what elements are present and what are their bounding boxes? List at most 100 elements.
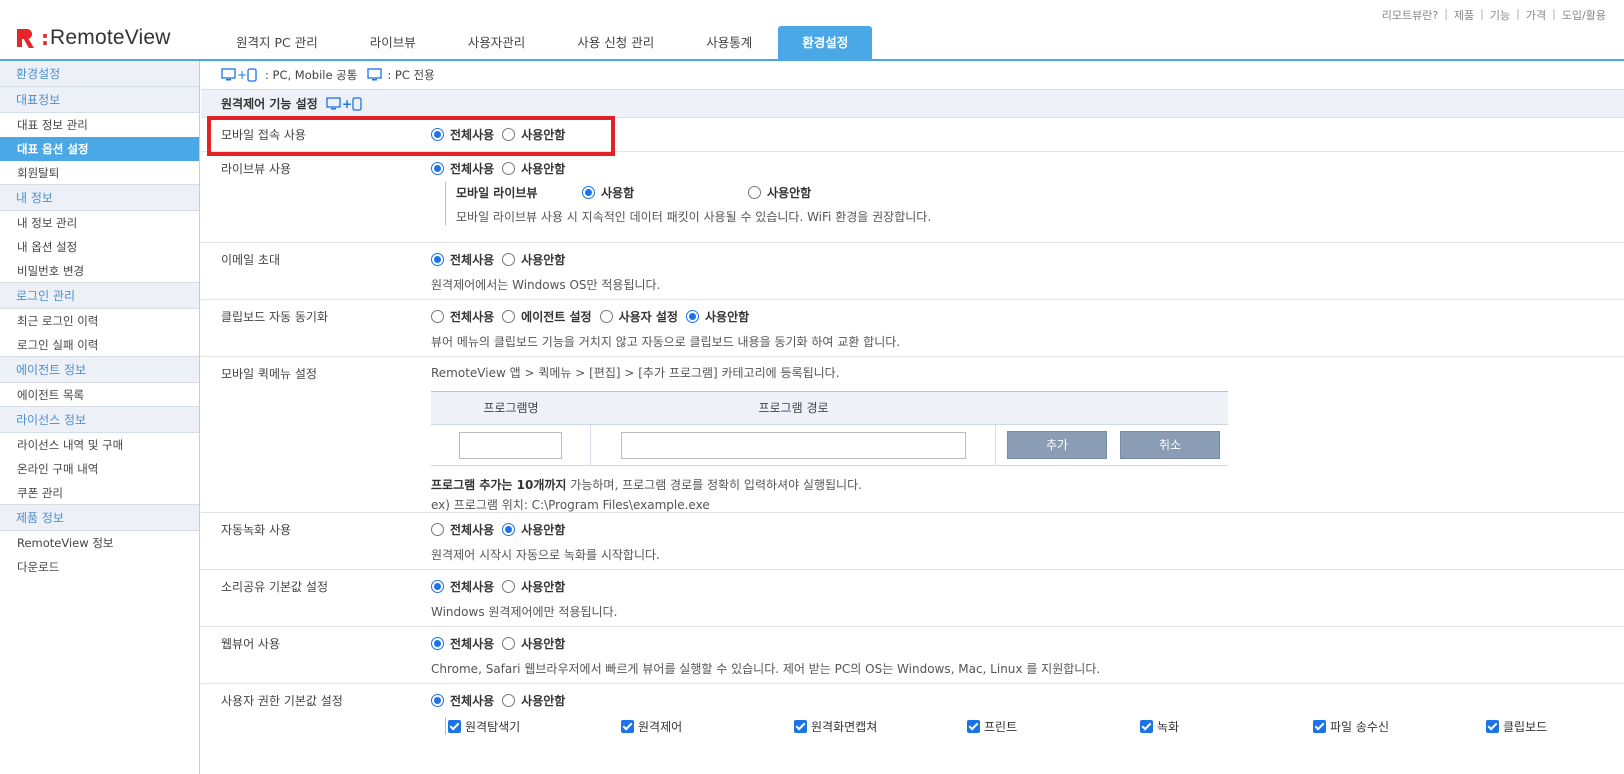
radio-dot[interactable] xyxy=(685,309,699,323)
radio-dot[interactable] xyxy=(431,161,444,175)
radio-not-use[interactable]: 사용안함 xyxy=(748,184,811,201)
sidebar-item-about[interactable]: RemoteView 정보 xyxy=(0,531,199,555)
tab-users[interactable]: 사용자관리 xyxy=(442,26,552,61)
program-path-input[interactable] xyxy=(620,431,966,459)
program-name-input[interactable] xyxy=(459,431,562,459)
sidebar-top-title[interactable]: 환경설정 xyxy=(0,61,199,87)
sidebar-item-my-info[interactable]: 내 정보 관리 xyxy=(0,211,199,235)
tab-liveview[interactable]: 라이브뷰 xyxy=(344,26,442,61)
radio-dot[interactable] xyxy=(582,185,595,199)
util-link-features[interactable]: 기능 xyxy=(1490,7,1510,23)
radio-dot[interactable] xyxy=(431,579,444,593)
radio-all[interactable]: 전체사용 xyxy=(431,308,494,325)
radio-dot[interactable] xyxy=(599,309,613,323)
radio-dot[interactable] xyxy=(431,636,444,650)
sidebar-item-download[interactable]: 다운로드 xyxy=(0,555,199,579)
radio-label: 사용안함 xyxy=(521,161,566,176)
checkbox-icon[interactable] xyxy=(1140,719,1153,733)
sidebar-item-coupons[interactable]: 쿠폰 관리 xyxy=(0,481,199,505)
util-link-product[interactable]: 제품 xyxy=(1454,7,1474,23)
sidebar-group-agent[interactable]: 에이전트 정보 xyxy=(0,357,199,383)
setting-label: 소리공유 기본값 설정 xyxy=(221,580,328,594)
check-print[interactable]: 프린트 xyxy=(967,718,1140,735)
sidebar-item-password[interactable]: 비밀번호 변경 xyxy=(0,259,199,283)
mobile-liveview-desc: 모바일 라이브뷰 사용 시 지속적인 데이터 패킷이 사용될 수 있습니다. W… xyxy=(456,210,932,224)
util-link-usecase[interactable]: 도입/활용 xyxy=(1562,7,1606,23)
tab-remote-pc[interactable]: 원격지 PC 관리 xyxy=(210,26,344,61)
cancel-button[interactable]: 취소 xyxy=(1120,431,1220,459)
radio-none[interactable]: 사용안함 xyxy=(502,692,565,709)
radio-all[interactable]: 전체사용 xyxy=(431,126,494,143)
util-link-price[interactable]: 가격 xyxy=(1526,7,1546,23)
sidebar-item-login-history[interactable]: 최근 로그인 이력 xyxy=(0,309,199,333)
tab-stats[interactable]: 사용통계 xyxy=(680,26,778,61)
utility-links: 리모트뷰란? | 제품 | 기능 | 가격 | 도입/활용 xyxy=(1382,7,1606,23)
sidebar-item-license[interactable]: 라이선스 내역 및 구매 xyxy=(0,433,199,457)
radio-dot[interactable] xyxy=(431,522,444,536)
radio-none[interactable]: 사용안함 xyxy=(502,126,565,143)
check-clipboard[interactable]: 클립보드 xyxy=(1486,718,1566,735)
logo[interactable]: : RemoteView xyxy=(17,26,171,50)
sidebar-item-login-fail[interactable]: 로그인 실패 이력 xyxy=(0,333,199,357)
radio-dot[interactable] xyxy=(748,185,761,199)
checkbox-icon[interactable] xyxy=(621,719,634,733)
radio-dot[interactable] xyxy=(502,252,516,266)
radio-all[interactable]: 전체사용 xyxy=(431,578,494,595)
radio-none[interactable]: 사용안함 xyxy=(685,308,749,325)
sidebar-item-rep-info[interactable]: 대표 정보 관리 xyxy=(0,113,199,137)
tab-requests[interactable]: 사용 신청 관리 xyxy=(551,26,680,61)
radio-dot[interactable] xyxy=(431,309,444,323)
radio-dot[interactable] xyxy=(431,252,444,266)
radio-agent[interactable]: 에이전트 설정 xyxy=(502,308,592,325)
divider: | xyxy=(1552,7,1556,20)
util-link-about[interactable]: 리모트뷰란? xyxy=(1382,7,1438,23)
radio-dot[interactable] xyxy=(502,161,516,175)
radio-all[interactable]: 전체사용 xyxy=(431,692,494,709)
check-record[interactable]: 녹화 xyxy=(1140,718,1313,735)
radio-use[interactable]: 사용함 xyxy=(582,184,740,201)
radio-dot[interactable] xyxy=(431,693,444,707)
sidebar-item-purchases[interactable]: 온라인 구매 내역 xyxy=(0,457,199,481)
radio-user[interactable]: 사용자 설정 xyxy=(599,308,678,325)
check-remote-explorer[interactable]: 원격탐색기 xyxy=(448,718,621,735)
setting-row-mobile-access: 모바일 접속 사용 전체사용 사용안함 xyxy=(201,118,1624,152)
checkbox-icon[interactable] xyxy=(1486,719,1499,733)
permission-checkboxes: 원격탐색기 원격제어 원격화면캡쳐 프린트 녹화 파일 송수신 클립보드 xyxy=(445,717,1624,735)
checkbox-icon[interactable] xyxy=(448,719,461,733)
radio-none[interactable]: 사용안함 xyxy=(502,251,565,268)
radio-none[interactable]: 사용안함 xyxy=(502,578,565,595)
sidebar-group-login[interactable]: 로그인 관리 xyxy=(0,283,199,309)
radio-none[interactable]: 사용안함 xyxy=(502,635,565,652)
add-button[interactable]: 추가 xyxy=(1007,431,1107,459)
radio-dot[interactable] xyxy=(502,579,516,593)
radio-all[interactable]: 전체사용 xyxy=(431,251,494,268)
checkbox-icon[interactable] xyxy=(967,719,980,733)
sidebar-group-my[interactable]: 내 정보 xyxy=(0,185,199,211)
radio-dot[interactable] xyxy=(502,636,516,650)
setting-label: 사용자 권한 기본값 설정 xyxy=(221,694,343,708)
radio-dot[interactable] xyxy=(502,522,516,536)
check-screen-capture[interactable]: 원격화면캡쳐 xyxy=(794,718,967,735)
sidebar-group-rep[interactable]: 대표정보 xyxy=(0,87,199,113)
sidebar-item-rep-options[interactable]: 대표 옵션 설정 xyxy=(0,137,199,161)
checkbox-icon[interactable] xyxy=(794,719,807,733)
check-file-transfer[interactable]: 파일 송수신 xyxy=(1313,718,1486,735)
radio-dot[interactable] xyxy=(502,309,516,323)
tab-settings[interactable]: 환경설정 xyxy=(778,26,873,61)
radio-all[interactable]: 전체사용 xyxy=(431,521,494,538)
radio-dot[interactable] xyxy=(502,127,516,141)
sidebar-item-my-options[interactable]: 내 옵션 설정 xyxy=(0,235,199,259)
radio-dot[interactable] xyxy=(502,693,516,707)
radio-all[interactable]: 전체사용 xyxy=(431,160,494,177)
radio-none[interactable]: 사용안함 xyxy=(502,160,565,177)
logo-text: RemoteView xyxy=(50,26,171,49)
sidebar-group-product[interactable]: 제품 정보 xyxy=(0,505,199,531)
check-remote-control[interactable]: 원격제어 xyxy=(621,718,794,735)
radio-all[interactable]: 전체사용 xyxy=(431,635,494,652)
sidebar-item-agent-list[interactable]: 에이전트 목록 xyxy=(0,383,199,407)
radio-dot[interactable] xyxy=(431,127,444,141)
sidebar-group-license[interactable]: 라이선스 정보 xyxy=(0,407,199,433)
sidebar-item-withdraw[interactable]: 회원탈퇴 xyxy=(0,161,199,185)
checkbox-icon[interactable] xyxy=(1313,719,1326,733)
radio-none[interactable]: 사용안함 xyxy=(502,521,565,538)
